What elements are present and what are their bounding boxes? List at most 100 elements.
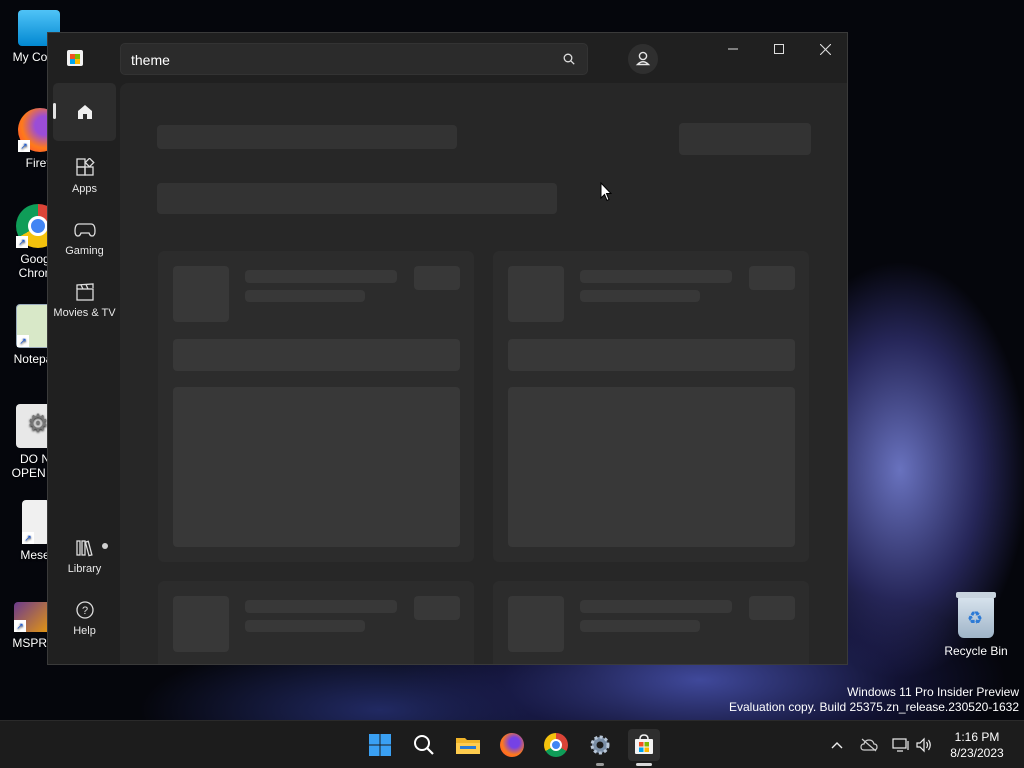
active-indicator xyxy=(53,103,56,119)
person-icon xyxy=(635,51,651,66)
search-input[interactable] xyxy=(131,50,551,70)
skeleton-thumb xyxy=(508,596,564,652)
microsoft-store-icon xyxy=(67,50,83,66)
shortcut-arrow-icon: ↗ xyxy=(22,532,34,544)
shortcut-arrow-icon: ↗ xyxy=(18,140,30,152)
network-monitor-icon xyxy=(892,738,909,752)
recycle-bin-icon: ♻ xyxy=(956,592,996,638)
speaker-icon xyxy=(916,737,931,753)
navigation-sidebar: Apps Gaming Movies & TV Library ? Help xyxy=(48,83,120,664)
skeleton-line xyxy=(580,270,732,283)
shortcut-arrow-icon: ↗ xyxy=(14,620,26,632)
microsoft-store-window: Apps Gaming Movies & TV xyxy=(47,32,848,665)
skeleton-card xyxy=(158,251,474,562)
nav-label-library: Library xyxy=(67,563,102,575)
settings-taskbar-button[interactable] xyxy=(584,729,616,766)
recycle-bin-label: Recycle Bin xyxy=(944,644,1008,658)
skeleton-badge xyxy=(414,266,460,290)
nav-item-movies-tv[interactable]: Movies & TV xyxy=(53,273,116,331)
document-icon: ↗ xyxy=(22,500,50,544)
maximize-icon xyxy=(774,44,784,54)
game-controller-icon xyxy=(73,219,97,241)
nav-label-movies-tv: Movies & TV xyxy=(53,307,116,319)
skeleton-line xyxy=(245,620,365,632)
desktop-icon-recycle-bin[interactable]: ♻ Recycle Bin xyxy=(942,592,1010,658)
skeleton-badge xyxy=(749,596,795,620)
maximize-button[interactable] xyxy=(756,33,802,65)
watermark-line1: Windows 11 Pro Insider Preview xyxy=(847,685,1019,699)
folder-icon xyxy=(456,738,480,754)
main-content-loading xyxy=(120,83,847,664)
skeleton-thumb xyxy=(173,266,229,322)
clapperboard-icon xyxy=(73,281,97,303)
skeleton-title xyxy=(157,125,457,149)
title-bar[interactable] xyxy=(48,33,847,83)
library-update-badge xyxy=(102,543,108,549)
nav-item-gaming[interactable]: Gaming xyxy=(53,211,116,269)
skeleton-bar xyxy=(173,339,460,371)
firefox-taskbar-button[interactable] xyxy=(496,729,528,761)
show-hidden-icons-button[interactable] xyxy=(826,735,848,755)
firefox-icon xyxy=(500,733,524,757)
clock-date: 8/23/2023 xyxy=(950,746,1004,760)
skeleton-badge xyxy=(749,266,795,290)
microsoft-store-icon xyxy=(635,734,653,754)
account-button[interactable] xyxy=(628,44,658,74)
search-icon[interactable] xyxy=(563,53,575,65)
start-button[interactable] xyxy=(364,729,396,761)
active-indicator xyxy=(636,763,652,766)
search-taskbar-button[interactable] xyxy=(408,729,440,761)
skeleton-line xyxy=(580,600,732,613)
shortcut-arrow-icon: ↗ xyxy=(16,236,28,248)
desktop-icon-label: Mese xyxy=(20,548,50,562)
minimize-icon xyxy=(728,48,738,50)
nav-label-help: Help xyxy=(73,625,96,637)
clock[interactable]: 1:16 PM 8/23/2023 xyxy=(944,729,1010,761)
file-explorer-button[interactable] xyxy=(452,729,484,761)
nav-label-gaming: Gaming xyxy=(65,245,104,257)
volume-tray-button[interactable] xyxy=(913,735,935,755)
taskbar: 1:16 PM 8/23/2023 xyxy=(0,720,1024,768)
skeleton-card xyxy=(158,581,474,664)
skeleton-line xyxy=(245,290,365,302)
skeleton-line xyxy=(580,290,700,302)
onedrive-tray-button[interactable] xyxy=(858,735,880,755)
skeleton-block xyxy=(173,387,460,547)
clock-time: 1:16 PM xyxy=(954,730,1000,744)
skeleton-line xyxy=(245,270,397,283)
gear-icon xyxy=(590,735,610,755)
help-icon: ? xyxy=(73,599,97,621)
minimize-button[interactable] xyxy=(710,33,756,65)
skeleton-line xyxy=(245,600,397,613)
skeleton-thumb xyxy=(173,596,229,652)
nav-item-library[interactable]: Library xyxy=(53,529,116,587)
nav-item-help[interactable]: ? Help xyxy=(53,591,116,649)
nav-label-apps: Apps xyxy=(71,183,98,195)
microsoft-store-taskbar-button[interactable] xyxy=(628,729,660,766)
skeleton-badge xyxy=(414,596,460,620)
home-icon xyxy=(73,101,97,123)
shortcut-arrow-icon: ↗ xyxy=(17,335,29,347)
running-indicator xyxy=(596,763,604,766)
skeleton-line xyxy=(580,620,700,632)
chrome-icon xyxy=(544,733,568,757)
skeleton-thumb xyxy=(508,266,564,322)
skeleton-card xyxy=(493,251,809,562)
search-icon xyxy=(414,735,434,755)
chrome-taskbar-button[interactable] xyxy=(540,729,572,761)
skeleton-card xyxy=(493,581,809,664)
skeleton-bar xyxy=(508,339,795,371)
nav-item-apps[interactable]: Apps xyxy=(53,149,116,207)
skeleton-subtitle xyxy=(157,183,557,214)
search-box[interactable] xyxy=(120,43,588,75)
nav-item-home[interactable] xyxy=(53,83,116,141)
apps-icon xyxy=(73,157,97,179)
close-button[interactable] xyxy=(802,33,847,65)
svg-text:?: ? xyxy=(81,605,87,617)
skeleton-action-button xyxy=(679,123,811,155)
evaluation-watermark: Windows 11 Pro Insider Preview Evaluatio… xyxy=(729,685,1019,715)
network-tray-button[interactable] xyxy=(890,735,912,755)
library-icon xyxy=(73,537,97,559)
windows-logo-icon xyxy=(369,734,391,756)
cloud-offline-icon xyxy=(860,738,878,752)
